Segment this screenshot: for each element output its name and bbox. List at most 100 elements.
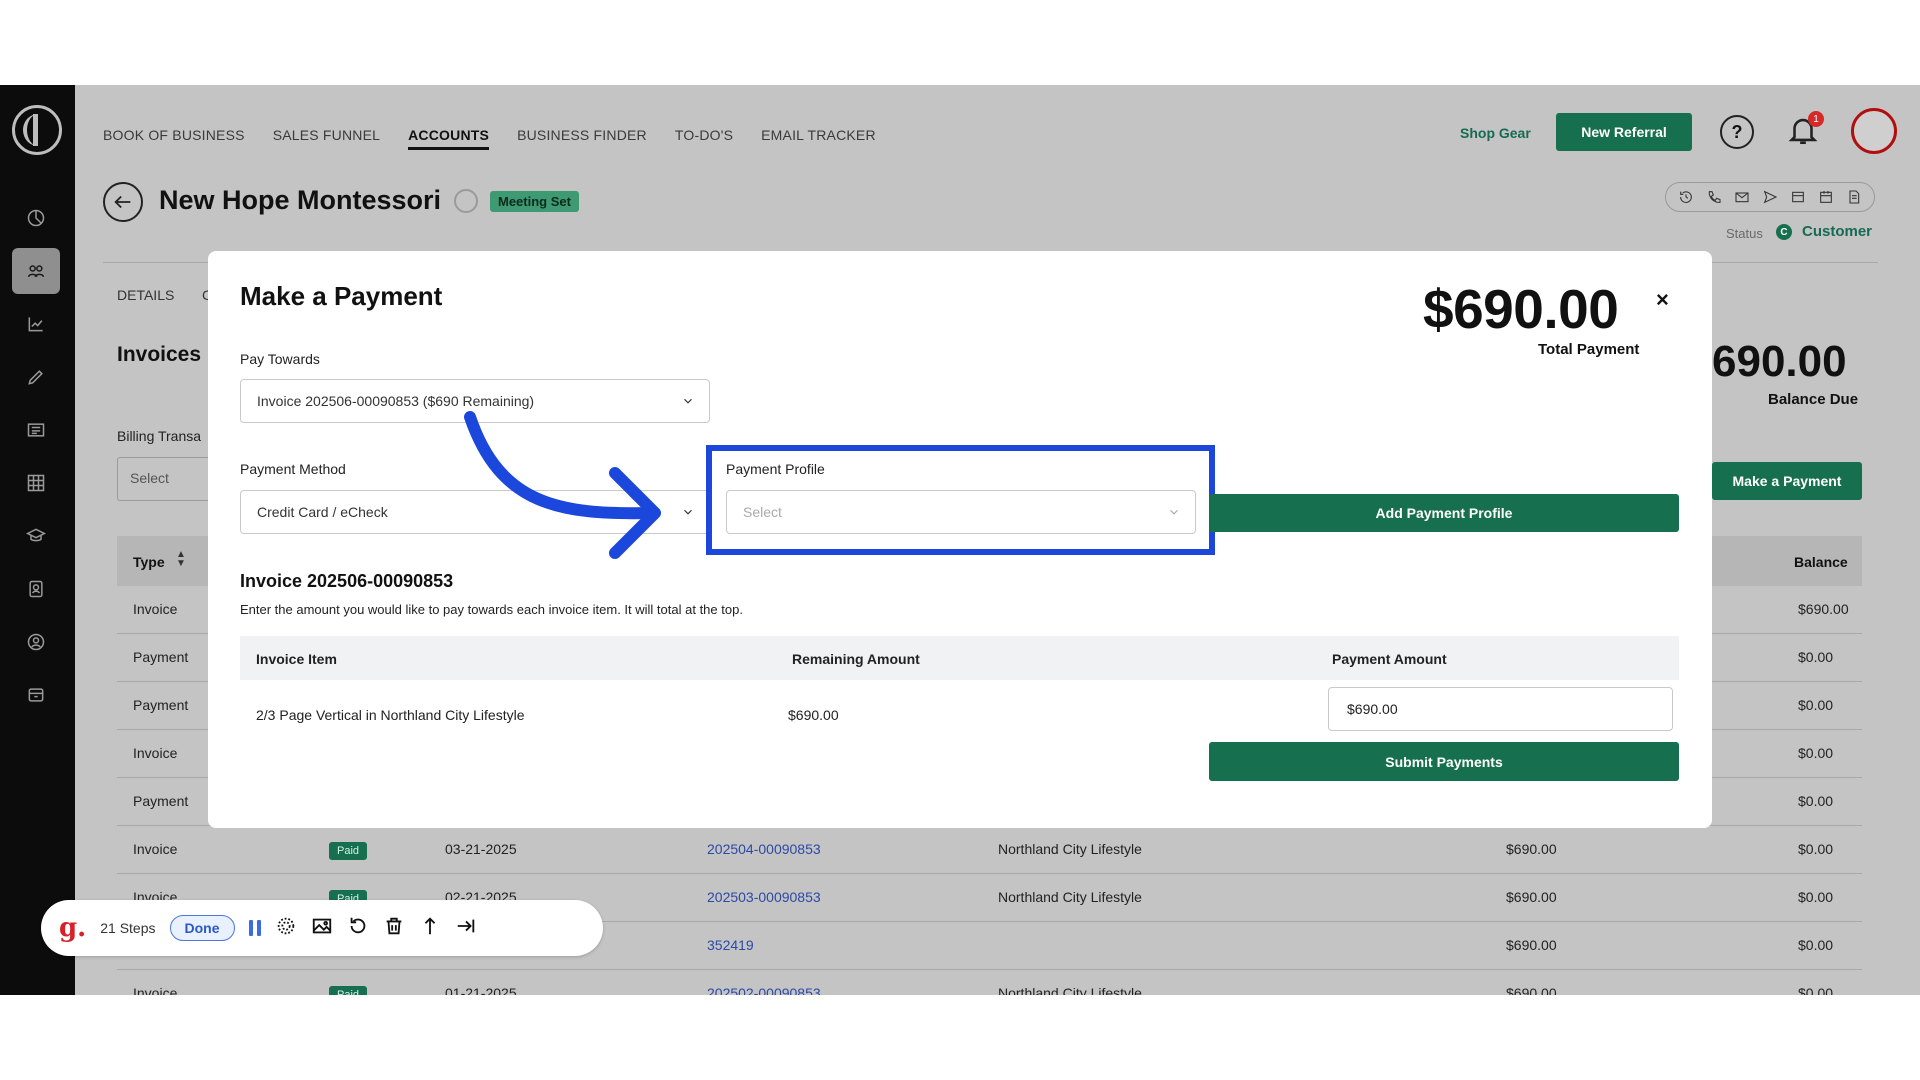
billing-transactions-select[interactable]: Select xyxy=(117,457,217,501)
paid-badge: Paid xyxy=(329,842,368,860)
pay-towards-value: Invoice 202506-00090853 ($690 Remaining) xyxy=(257,393,535,409)
analytics-icon[interactable] xyxy=(12,301,60,347)
row-type: Invoice xyxy=(133,745,178,761)
table-row[interactable] xyxy=(117,970,1862,995)
contacts-icon[interactable] xyxy=(12,566,60,612)
invoice-instructions: Enter the amount you would like to pay t… xyxy=(240,602,743,617)
nav-accounts[interactable]: ACCOUNTS xyxy=(408,127,490,150)
row-type: Invoice xyxy=(133,985,178,995)
row-invoice-link[interactable]: 352419 xyxy=(707,937,754,953)
pause-icon[interactable] xyxy=(248,920,261,936)
row-type: Invoice xyxy=(133,841,178,857)
notification-count-badge: 1 xyxy=(1808,111,1824,127)
grid-icon[interactable] xyxy=(12,460,60,506)
invoice-item-remaining: $690.00 xyxy=(788,707,839,723)
row-publication: Northland City Lifestyle xyxy=(998,841,1142,857)
row-invoice-link[interactable]: 202503-00090853 xyxy=(707,889,821,905)
history-icon[interactable] xyxy=(1678,189,1694,205)
back-button[interactable] xyxy=(103,182,143,222)
row-balance: $690.00 xyxy=(1798,601,1849,617)
make-payment-button[interactable]: Make a Payment xyxy=(1712,462,1862,500)
shop-gear-link[interactable]: Shop Gear xyxy=(1460,125,1531,141)
add-payment-profile-button[interactable]: Add Payment Profile xyxy=(1209,494,1679,532)
row-amount: $690.00 xyxy=(1506,985,1557,995)
invoice-title: Invoice 202506-00090853 xyxy=(240,571,454,591)
education-icon[interactable] xyxy=(12,513,60,559)
recorder-done-button[interactable]: Done xyxy=(169,915,235,941)
help-icon[interactable]: ? xyxy=(1720,115,1754,149)
close-icon[interactable]: × xyxy=(1656,287,1669,313)
nav-business-finder[interactable]: BUSINESS FINDER xyxy=(517,127,647,150)
arrow-left-icon xyxy=(114,195,131,209)
payment-method-value: Credit Card / eCheck xyxy=(257,504,388,520)
payment-profile-highlight-box xyxy=(706,445,1215,555)
row-type: Payment xyxy=(133,793,189,809)
recorder-toolbar: g. 21 Steps Done xyxy=(41,900,603,956)
row-invoice-link[interactable]: 202504-00090853 xyxy=(707,841,821,857)
accounts-icon[interactable] xyxy=(12,248,60,294)
newspaper-icon[interactable] xyxy=(12,407,60,453)
col-balance-header[interactable]: Balance xyxy=(1794,554,1848,570)
nav-todos[interactable]: TO-DO'S xyxy=(675,127,733,150)
recorder-logo: g. xyxy=(59,913,87,943)
modal-title: Make a Payment xyxy=(240,281,443,311)
trash-icon[interactable] xyxy=(383,915,405,942)
dashboard-icon[interactable] xyxy=(12,195,60,241)
document-icon[interactable] xyxy=(1846,189,1862,205)
store-icon[interactable] xyxy=(12,672,60,718)
row-invoice-link[interactable]: 202502-00090853 xyxy=(707,985,821,995)
paid-badge: Paid xyxy=(329,986,368,995)
status-value[interactable]: Customer xyxy=(1802,223,1872,240)
total-payment-label: Total Payment xyxy=(1538,341,1640,358)
tab-details[interactable]: DETAILS xyxy=(117,287,174,303)
invoice-items-header xyxy=(240,636,1679,680)
image-icon[interactable] xyxy=(311,915,333,942)
pay-towards-select[interactable]: Invoice 202506-00090853 ($690 Remaining) xyxy=(240,379,710,423)
notifications-bell-icon[interactable]: 1 xyxy=(1786,111,1824,151)
send-icon[interactable] xyxy=(1762,189,1778,205)
payment-method-select[interactable]: Credit Card / eCheck xyxy=(240,490,710,534)
phone-icon[interactable] xyxy=(1706,189,1722,205)
profile-icon[interactable] xyxy=(12,619,60,665)
chevron-down-icon xyxy=(681,394,695,408)
pencil-icon[interactable] xyxy=(12,354,60,400)
new-referral-button[interactable]: New Referral xyxy=(1556,113,1692,151)
sort-icon[interactable]: ▲ ▼ xyxy=(176,550,186,569)
meeting-set-badge: Meeting Set xyxy=(490,191,579,212)
nav-sales-funnel[interactable]: SALES FUNNEL xyxy=(273,127,380,150)
row-balance: $0.00 xyxy=(1798,793,1834,809)
table-row[interactable] xyxy=(117,826,1862,874)
top-nav: BOOK OF BUSINESS SALES FUNNEL ACCOUNTS B… xyxy=(103,127,876,150)
row-balance: $0.00 xyxy=(1798,841,1834,857)
col-remaining-amount: Remaining Amount xyxy=(792,651,920,667)
row-balance: $0.00 xyxy=(1798,649,1834,665)
row-balance: $0.00 xyxy=(1798,697,1834,713)
skip-end-icon[interactable] xyxy=(455,915,477,942)
nav-email-tracker[interactable]: EMAIL TRACKER xyxy=(761,127,876,150)
blur-icon[interactable] xyxy=(275,915,297,942)
col-type-header[interactable]: Type xyxy=(133,554,165,570)
billing-transactions-label: Billing Transa xyxy=(117,428,202,444)
make-payment-modal: Make a Payment $690.00 Total Payment × P… xyxy=(208,251,1712,828)
row-publication: Northland City Lifestyle xyxy=(998,889,1142,905)
payment-amount-value: $690.00 xyxy=(1347,701,1398,717)
submit-payments-button[interactable]: Submit Payments xyxy=(1209,742,1679,781)
balance-amount: 690.00 xyxy=(1712,337,1847,386)
row-type: Invoice xyxy=(133,601,178,617)
total-payment-amount: $690.00 xyxy=(1423,278,1619,340)
brand-logo-icon[interactable] xyxy=(12,105,62,155)
calendar-icon[interactable] xyxy=(1818,189,1834,205)
sidebar xyxy=(0,85,75,995)
verified-check-icon[interactable] xyxy=(454,189,478,213)
undo-icon[interactable] xyxy=(347,915,369,942)
account-actions-toolbar xyxy=(1665,182,1875,212)
user-avatar[interactable] xyxy=(1851,108,1897,154)
mail-icon[interactable] xyxy=(1734,189,1750,205)
upload-icon[interactable] xyxy=(419,915,441,942)
row-date: 03-21-2025 xyxy=(445,841,517,857)
nav-book-of-business[interactable]: BOOK OF BUSINESS xyxy=(103,127,245,150)
row-date: 01-21-2025 xyxy=(445,985,517,995)
chevron-down-icon xyxy=(681,505,695,519)
storefront-icon[interactable] xyxy=(1790,189,1806,205)
payment-amount-input[interactable]: $690.00 xyxy=(1328,687,1673,731)
